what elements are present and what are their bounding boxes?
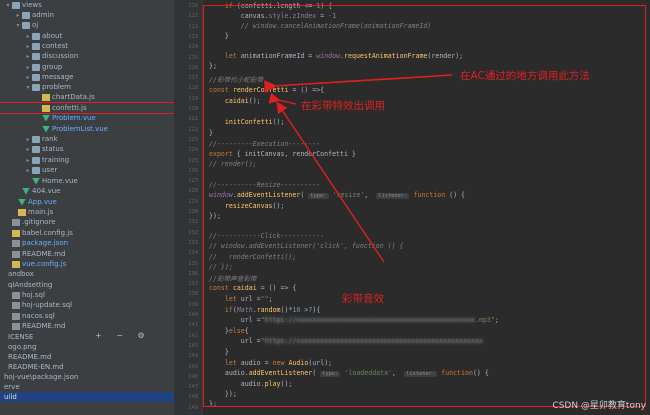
watermark: CSDN @星卯教育tony [552, 401, 646, 411]
arrow-from-caidai-def [276, 101, 385, 263]
annotation-sound: 彩带音效 [342, 293, 384, 305]
annotation-confetti-call: 在彩带特效出调用 [301, 100, 385, 112]
annotation-ac-call: 在AC通过的地方调用此方法 [460, 70, 590, 82]
arrow-to-ac [264, 74, 453, 93]
arrow-to-caidai-call [268, 92, 297, 105]
annotation-arrows [264, 74, 453, 263]
